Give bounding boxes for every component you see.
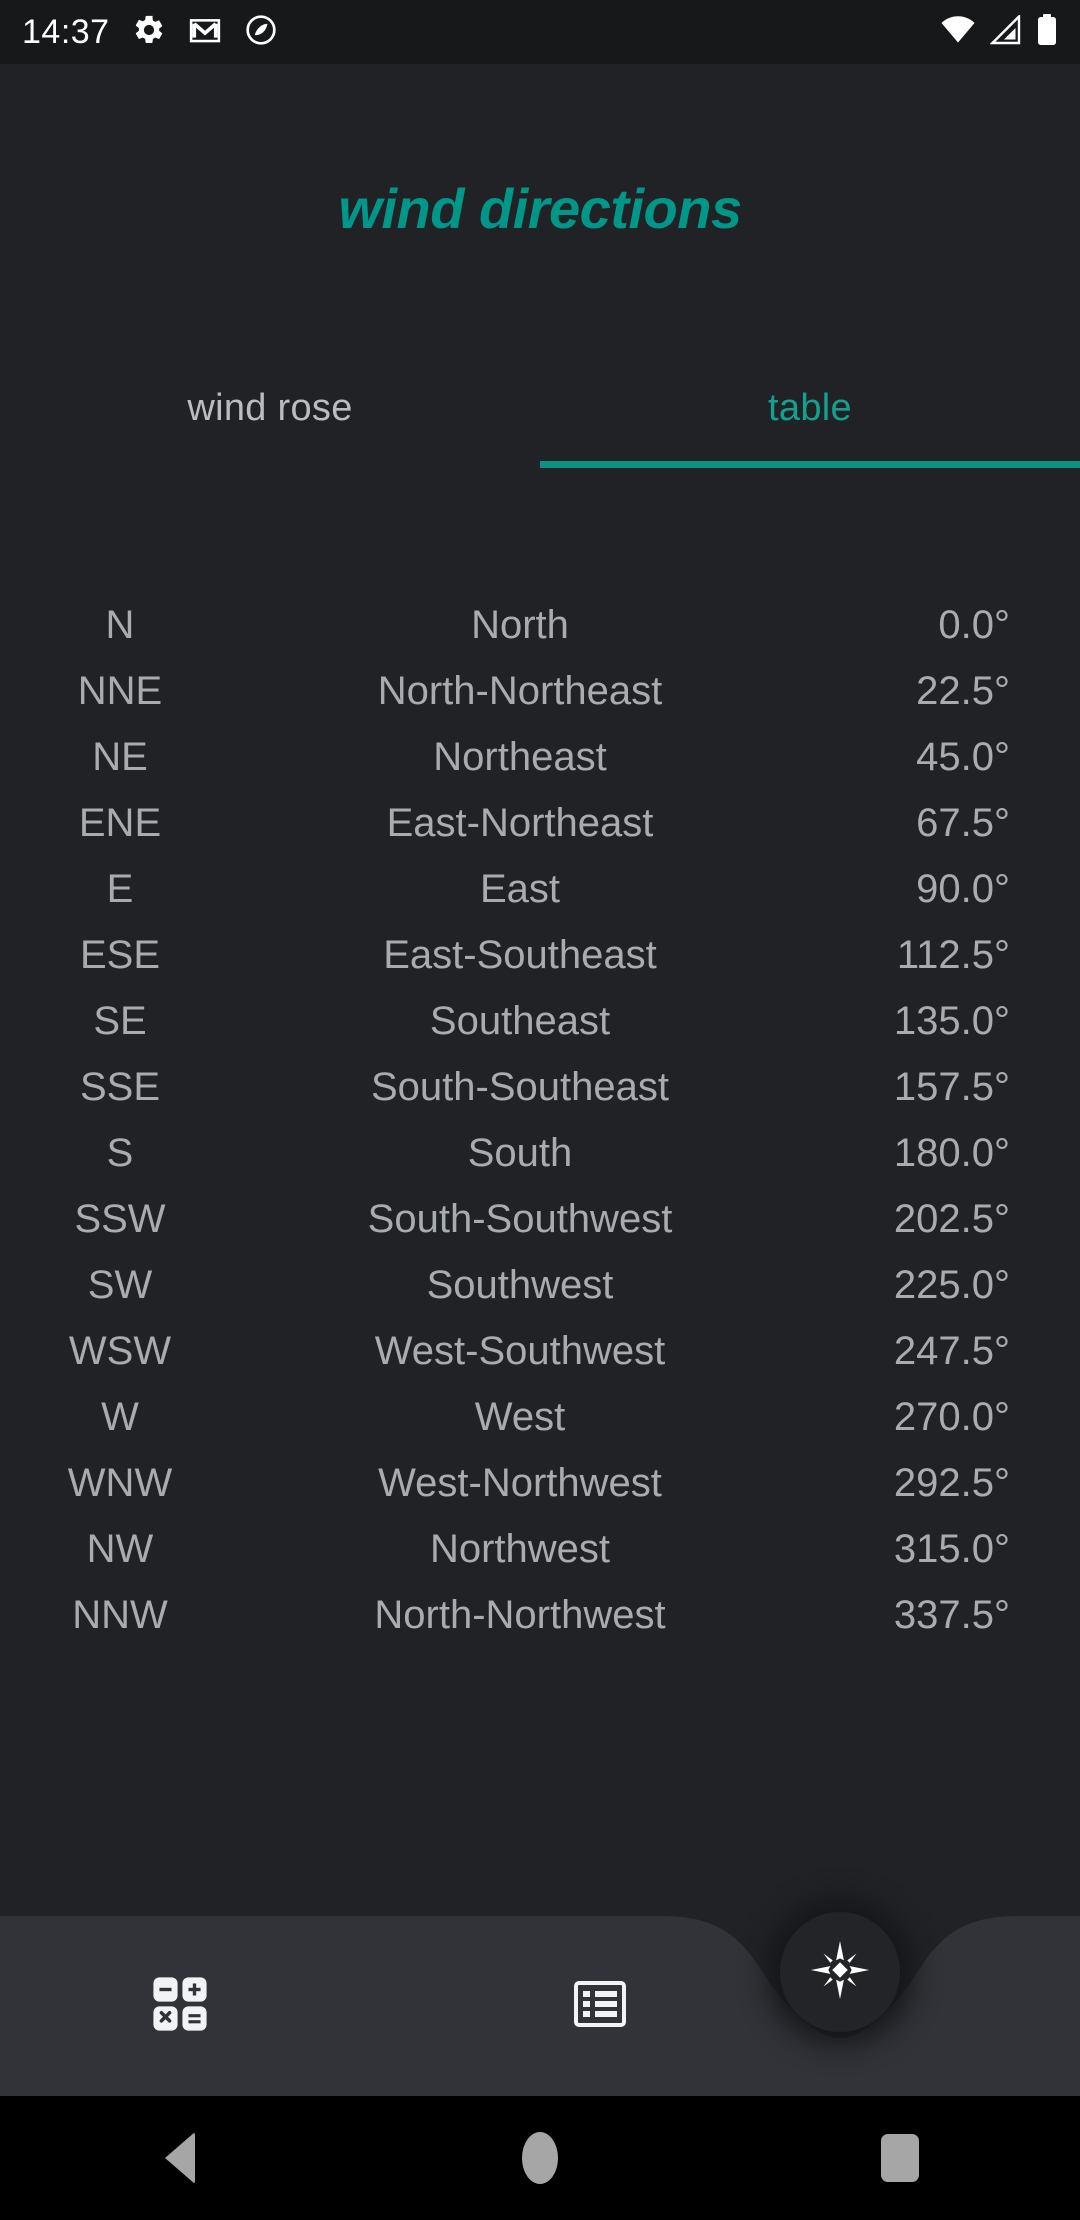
- table-list-button[interactable]: [480, 1916, 720, 2096]
- cell-abbreviation: WNW: [67, 1460, 173, 1505]
- android-nav-bar: [0, 2096, 1080, 2220]
- cell-abbreviation: NE: [92, 734, 148, 779]
- table-row[interactable]: NW Northwest 315.0°: [0, 1516, 1080, 1582]
- compass-rose-icon: [809, 1939, 871, 2006]
- cell-degrees: 112.5°: [896, 932, 1010, 977]
- cell-abbreviation: E: [106, 866, 134, 911]
- cell-abbreviation: ESE: [79, 932, 161, 977]
- cell-name: East-Southeast: [383, 932, 657, 977]
- cell-abbreviation: NNE: [77, 668, 163, 713]
- home-button[interactable]: [450, 2096, 630, 2220]
- back-button[interactable]: [90, 2096, 270, 2220]
- cell-name: East: [479, 866, 561, 911]
- cell-degrees: 292.5°: [893, 1460, 1010, 1505]
- cell-degrees: 247.5°: [893, 1328, 1010, 1373]
- back-icon: [165, 2132, 195, 2184]
- cell-abbreviation: W: [101, 1394, 139, 1439]
- compass-fab-button[interactable]: [780, 1912, 900, 2032]
- cell-degrees: 22.5°: [916, 668, 1010, 713]
- cell-name: North-Northwest: [374, 1592, 666, 1637]
- cell-degrees: 270.0°: [893, 1394, 1010, 1439]
- tab-wind-rose[interactable]: wind rose: [0, 348, 540, 468]
- tab-table-label: table: [768, 386, 852, 429]
- list-icon: [574, 1980, 626, 2032]
- table-row[interactable]: S South 180.0°: [0, 1120, 1080, 1186]
- cell-name: Southeast: [429, 998, 611, 1043]
- cell-abbreviation: SSW: [74, 1196, 166, 1241]
- cell-degrees: 0.0°: [938, 602, 1010, 647]
- home-icon: [522, 2132, 558, 2184]
- cell-degrees: 157.5°: [893, 1064, 1010, 1109]
- cell-abbreviation: NNW: [72, 1592, 168, 1637]
- cell-name: Northeast: [433, 734, 607, 779]
- table-row[interactable]: WSW West-Southwest 247.5°: [0, 1318, 1080, 1384]
- table-row[interactable]: WNW West-Northwest 292.5°: [0, 1450, 1080, 1516]
- table-row[interactable]: N North 0.0°: [0, 592, 1080, 658]
- cell-degrees: 225.0°: [893, 1262, 1010, 1307]
- gear-icon: [132, 13, 166, 52]
- cell-degrees: 45.0°: [916, 734, 1010, 779]
- tab-table[interactable]: table: [540, 348, 1080, 468]
- table-row[interactable]: NE Northeast 45.0°: [0, 724, 1080, 790]
- tab-wind-rose-label: wind rose: [187, 386, 353, 429]
- table-row[interactable]: SW Southwest 225.0°: [0, 1252, 1080, 1318]
- cell-abbreviation: SE: [93, 998, 147, 1043]
- recents-button[interactable]: [810, 2096, 990, 2220]
- wifi-icon: [940, 15, 976, 50]
- cell-abbreviation: SSE: [79, 1064, 161, 1109]
- app-screen: 14:37 wind directions wind rose table N …: [0, 0, 1080, 2220]
- status-clock: 14:37: [22, 12, 110, 51]
- cell-signal-icon: [989, 13, 1022, 50]
- tab-bar: wind rose table: [0, 348, 1080, 468]
- bottom-app-bar: [0, 1916, 1080, 2096]
- cell-name: South-Southwest: [367, 1196, 673, 1241]
- cell-degrees: 337.5°: [893, 1592, 1010, 1637]
- status-bar-left: 14:37: [22, 13, 278, 52]
- cell-abbreviation: NW: [86, 1526, 154, 1571]
- cell-degrees: 67.5°: [916, 800, 1010, 845]
- cell-name: Southwest: [426, 1262, 614, 1307]
- page-title: wind directions: [338, 177, 742, 240]
- cell-degrees: 135.0°: [893, 998, 1010, 1043]
- cell-name: East-Northeast: [386, 800, 654, 845]
- cell-abbreviation: ENE: [78, 800, 162, 845]
- cell-abbreviation: N: [105, 602, 135, 647]
- cell-name: South: [467, 1130, 573, 1175]
- status-bar: 14:37: [0, 0, 1080, 64]
- cell-name: South-Southeast: [371, 1064, 669, 1109]
- bottom-bar-actions: [0, 1916, 1080, 2096]
- table-row[interactable]: SSE South-Southeast 157.5°: [0, 1054, 1080, 1120]
- cell-abbreviation: WSW: [68, 1328, 172, 1373]
- battery-icon: [1036, 13, 1058, 51]
- table-row[interactable]: ENE East-Northeast 67.5°: [0, 790, 1080, 856]
- cell-name: West-Northwest: [378, 1460, 662, 1505]
- calculator-button[interactable]: [60, 1916, 300, 2096]
- status-bar-right: [940, 13, 1058, 51]
- cell-name: Northwest: [429, 1526, 611, 1571]
- recents-icon: [881, 2134, 919, 2182]
- gmail-icon: [188, 13, 222, 52]
- cell-degrees: 202.5°: [893, 1196, 1010, 1241]
- cell-degrees: 90.0°: [916, 866, 1010, 911]
- wind-direction-table: N North 0.0° NNE North-Northeast 22.5° N…: [0, 592, 1080, 1648]
- table-row[interactable]: SSW South-Southwest 202.5°: [0, 1186, 1080, 1252]
- table-row[interactable]: NNE North-Northeast 22.5°: [0, 658, 1080, 724]
- table-row[interactable]: SE Southeast 135.0°: [0, 988, 1080, 1054]
- table-row[interactable]: E East 90.0°: [0, 856, 1080, 922]
- cell-name: West: [474, 1394, 566, 1439]
- cell-name: West-Southwest: [374, 1328, 666, 1373]
- cell-abbreviation: SW: [87, 1262, 153, 1307]
- adobe-circle-icon: [244, 13, 278, 52]
- cell-degrees: 180.0°: [893, 1130, 1010, 1175]
- cell-abbreviation: S: [106, 1130, 134, 1175]
- cell-name: North: [471, 602, 569, 647]
- calculator-icon: [151, 1975, 209, 2038]
- cell-name: North-Northeast: [377, 668, 663, 713]
- table-row[interactable]: NNW North-Northwest 337.5°: [0, 1582, 1080, 1648]
- cell-degrees: 315.0°: [893, 1526, 1010, 1571]
- table-row[interactable]: ESE East-Southeast 112.5°: [0, 922, 1080, 988]
- table-row[interactable]: W West 270.0°: [0, 1384, 1080, 1450]
